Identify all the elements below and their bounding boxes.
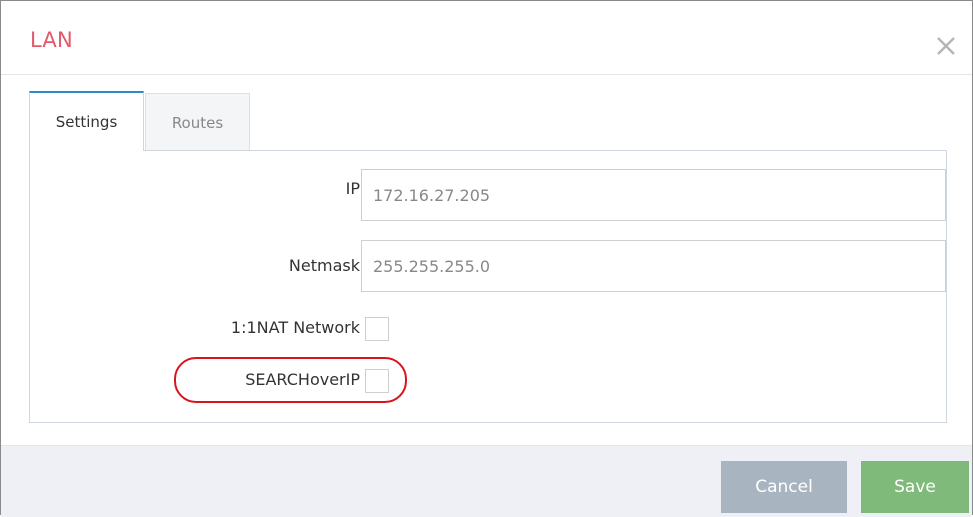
close-icon bbox=[937, 37, 955, 55]
dialog-title: LAN bbox=[30, 28, 73, 52]
close-button[interactable] bbox=[934, 34, 958, 58]
save-button[interactable]: Save bbox=[861, 461, 969, 513]
lan-dialog: LAN Settings Routes IP 172.16.27.205 Net… bbox=[0, 0, 973, 517]
highlight-annotation bbox=[174, 357, 407, 403]
dialog-footer: Cancel Save bbox=[1, 445, 972, 517]
settings-panel: IP 172.16.27.205 Netmask 255.255.255.0 1… bbox=[29, 150, 947, 423]
dialog-header: LAN bbox=[1, 1, 972, 75]
tab-settings[interactable]: Settings bbox=[29, 91, 144, 151]
netmask-label: Netmask bbox=[288, 256, 360, 275]
nat-network-checkbox[interactable] bbox=[365, 317, 389, 341]
ip-label: IP bbox=[345, 179, 360, 198]
ip-input[interactable]: 172.16.27.205 bbox=[361, 169, 946, 221]
netmask-input[interactable]: 255.255.255.0 bbox=[361, 240, 946, 292]
tab-routes[interactable]: Routes bbox=[145, 93, 250, 151]
cancel-button[interactable]: Cancel bbox=[721, 461, 847, 513]
nat-network-label: 1:1NAT Network bbox=[230, 318, 360, 337]
